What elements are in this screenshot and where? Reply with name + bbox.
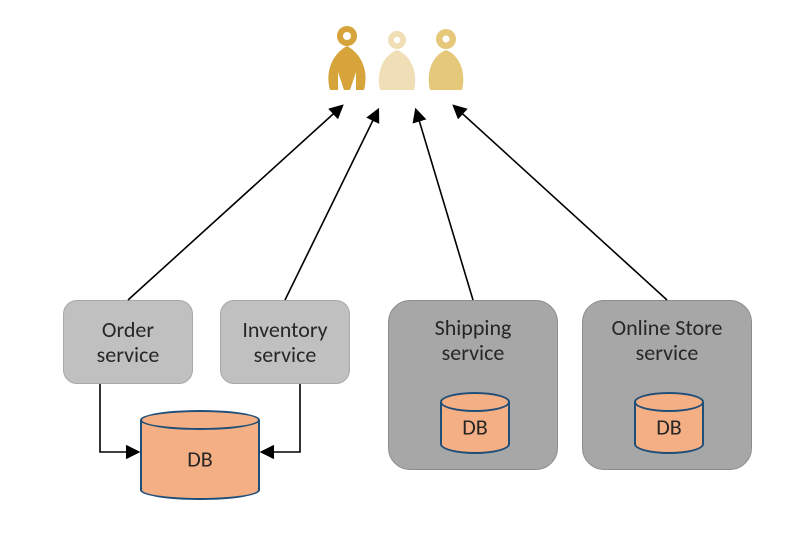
arrow-inventory-to-db (262, 384, 300, 452)
users-icon-cluster (320, 24, 480, 104)
shipping-db-cylinder: DB (440, 392, 510, 454)
user-icon (372, 30, 422, 98)
online-store-db-cylinder: DB (634, 392, 704, 454)
online-store-service-label: Online Storeservice (612, 315, 723, 366)
arrow-inventory-to-users (285, 110, 378, 300)
order-service-box: Orderservice (63, 300, 193, 384)
arrow-shipping-to-users (416, 110, 473, 300)
shared-db-label: DB (140, 446, 260, 473)
arrow-order-to-users (128, 106, 342, 300)
shared-db-cylinder: DB (140, 410, 260, 500)
user-icon (320, 24, 375, 94)
shipping-service-label: Shippingservice (435, 315, 512, 366)
user-icon (420, 28, 472, 98)
inventory-service-box: Inventoryservice (220, 300, 350, 384)
arrow-online-store-to-users (454, 106, 667, 300)
order-service-label: Orderservice (97, 317, 160, 368)
inventory-service-label: Inventoryservice (242, 317, 327, 368)
arrow-order-to-db (100, 384, 138, 452)
shipping-db-label: DB (440, 414, 510, 441)
online-store-db-label: DB (634, 414, 704, 441)
